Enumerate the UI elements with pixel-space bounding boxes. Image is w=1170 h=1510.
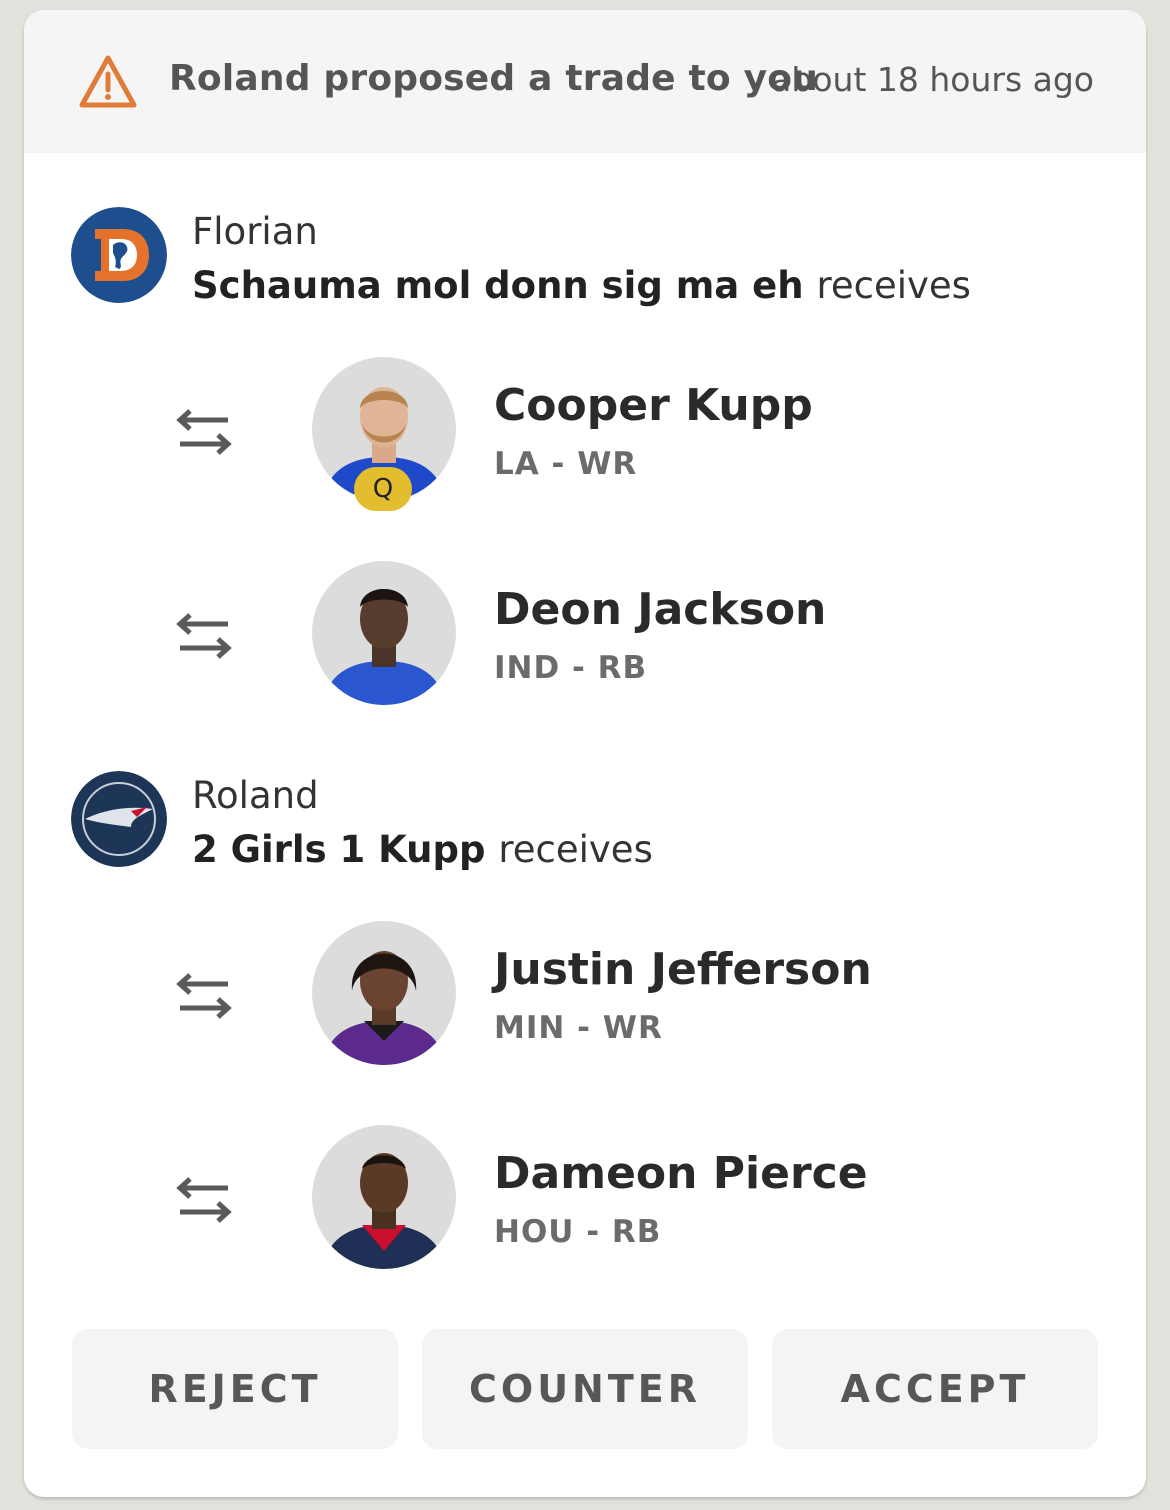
player-name[interactable]: Justin Jefferson	[494, 944, 872, 995]
team-receives-line: Schauma mol donn sig ma eh receives	[192, 264, 971, 307]
swap-arrows-icon[interactable]	[174, 972, 234, 1020]
accept-button[interactable]: ACCEPT	[772, 1329, 1098, 1449]
team-owner-name: Roland	[192, 774, 319, 817]
counter-button[interactable]: COUNTER	[422, 1329, 748, 1449]
player-team-position: LA - WR	[494, 446, 638, 482]
team-name: 2 Girls 1 Kupp	[192, 828, 499, 871]
player-team-position: MIN - WR	[494, 1010, 663, 1046]
team-owner-name: Florian	[192, 210, 318, 253]
swap-arrows-icon[interactable]	[174, 408, 234, 456]
warning-icon	[79, 55, 137, 108]
receives-label: receives	[816, 264, 971, 307]
trade-header: Roland proposed a trade to you about 18 …	[24, 10, 1146, 153]
player-avatar[interactable]	[312, 1125, 456, 1269]
player-name[interactable]: Dameon Pierce	[494, 1148, 868, 1199]
reject-button[interactable]: REJECT	[72, 1329, 398, 1449]
trade-proposal-card: Roland proposed a trade to you about 18 …	[24, 10, 1146, 1497]
player-team-position: HOU - RB	[494, 1214, 662, 1250]
player-team-position: IND - RB	[494, 650, 648, 686]
team-receives-line: 2 Girls 1 Kupp receives	[192, 828, 653, 871]
trade-title: Roland proposed a trade to you	[169, 58, 819, 99]
swap-arrows-icon[interactable]	[174, 612, 234, 660]
player-name[interactable]: Cooper Kupp	[494, 380, 813, 431]
player-name[interactable]: Deon Jackson	[494, 584, 826, 635]
receives-label: receives	[498, 828, 653, 871]
patriots-logo-icon	[71, 771, 167, 867]
broncos-logo-icon	[71, 207, 167, 303]
player-avatar[interactable]	[312, 921, 456, 1065]
team-name: Schauma mol donn sig ma eh	[192, 264, 817, 307]
swap-arrows-icon[interactable]	[174, 1176, 234, 1224]
injury-status-badge: Q	[354, 467, 412, 511]
player-avatar[interactable]	[312, 561, 456, 705]
trade-timestamp: about 18 hours ago	[771, 60, 1094, 99]
